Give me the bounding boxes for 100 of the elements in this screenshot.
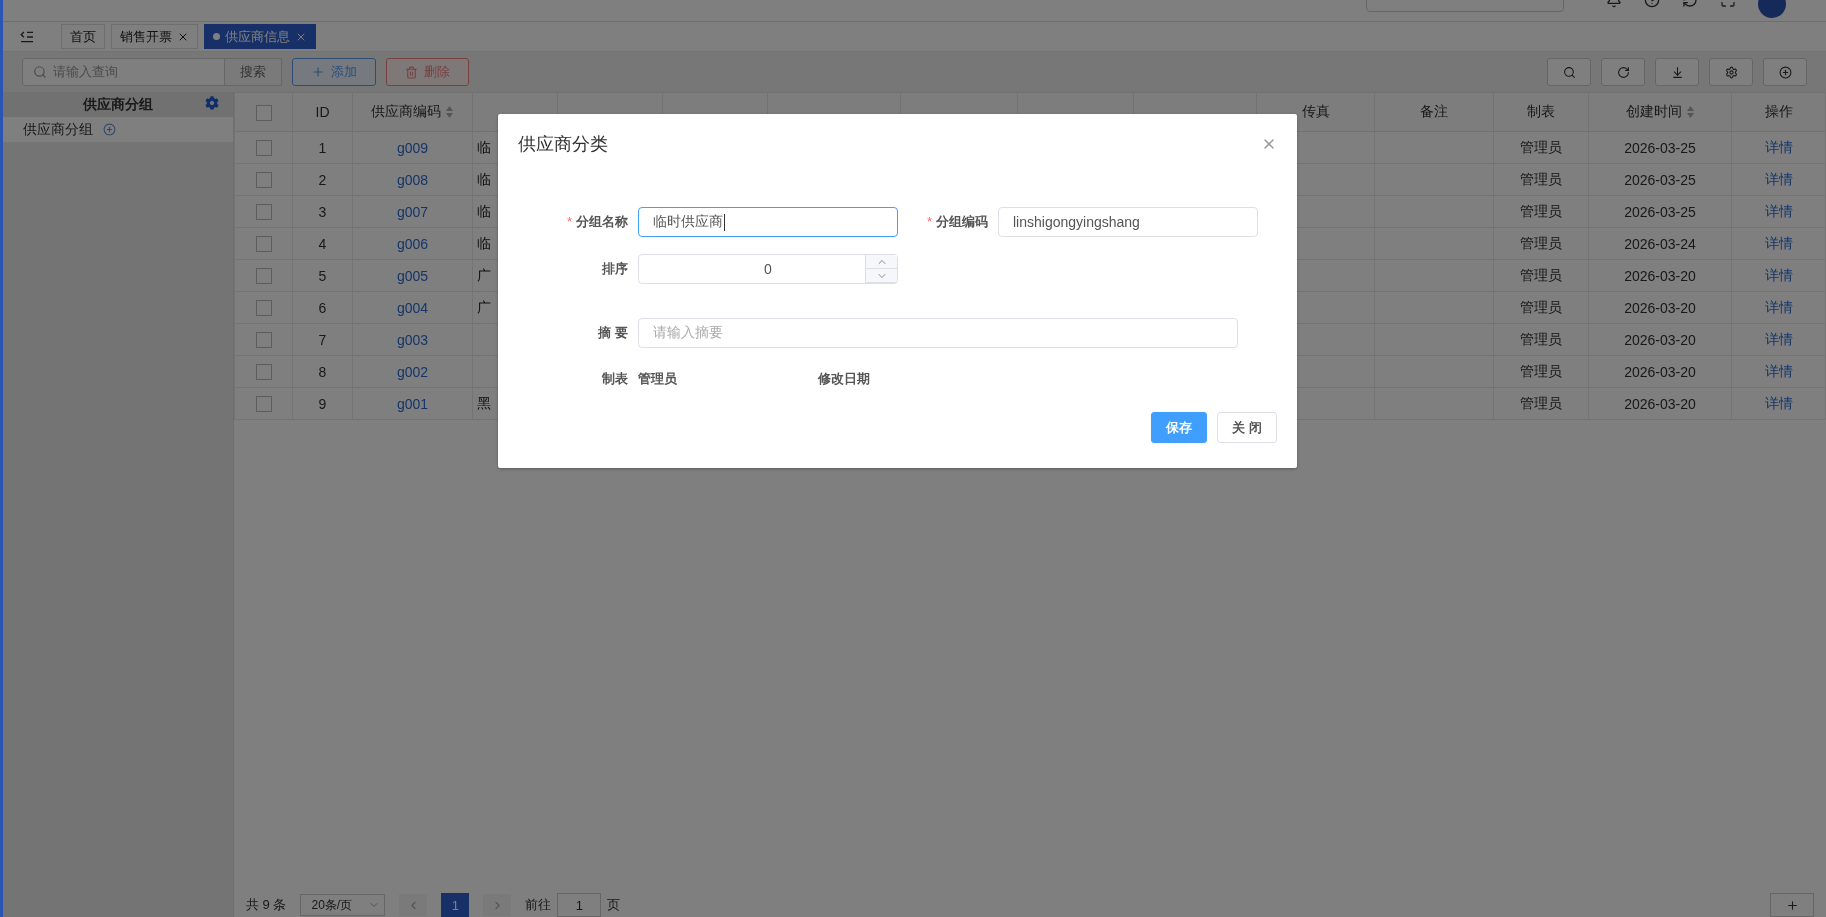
search-button[interactable]: 搜索 — [225, 58, 282, 86]
column-header: 制表 — [1527, 103, 1555, 121]
table-cell: 4 — [292, 227, 353, 260]
field-label: * 分组编码 — [925, 213, 988, 231]
table-cell: 管理员 — [1493, 323, 1589, 356]
field-label: * 分组名称 — [565, 213, 628, 231]
sidebar-item[interactable]: 供应商分组 — [3, 117, 233, 142]
table-cell: 广 — [477, 266, 491, 283]
settings-icon — [1724, 65, 1738, 79]
settings-button[interactable] — [1709, 58, 1753, 86]
code-link[interactable]: g004 — [396, 299, 429, 316]
page-input[interactable]: 1 — [557, 893, 602, 917]
download-button[interactable] — [1655, 58, 1699, 86]
tab[interactable]: 首页 — [61, 24, 105, 49]
input-field[interactable]: linshigongyingshang — [998, 207, 1258, 237]
plus-icon — [1785, 898, 1799, 912]
sort-icon[interactable] — [1685, 105, 1695, 119]
input-field[interactable]: 临时供应商 — [638, 207, 898, 237]
details-link[interactable]: 详情 — [1764, 138, 1793, 155]
checkbox[interactable] — [255, 364, 272, 381]
table-cell: 2026-03-24 — [1588, 227, 1732, 260]
checkbox[interactable] — [255, 396, 272, 413]
status-dot — [213, 33, 220, 40]
search-button[interactable] — [1547, 58, 1591, 86]
number-input[interactable]: 0 — [638, 254, 898, 284]
field-label: 排序 — [601, 260, 628, 278]
details-link[interactable]: 详情 — [1764, 362, 1793, 379]
table-cell: 广 — [477, 298, 491, 315]
table-cell: 管理员 — [1493, 195, 1589, 228]
details-link[interactable]: 详情 — [1764, 298, 1793, 315]
settings-icon[interactable] — [205, 96, 219, 110]
details-link[interactable]: 详情 — [1764, 202, 1793, 219]
code-link[interactable]: g002 — [396, 363, 429, 380]
add-circle-button[interactable] — [1763, 58, 1807, 86]
table-cell: 临 — [477, 202, 491, 219]
download-icon — [1670, 65, 1684, 79]
table-cell: 2026-03-20 — [1588, 323, 1732, 356]
table-cell: 管理员 — [1493, 387, 1589, 420]
sort-icon[interactable] — [445, 105, 454, 119]
page-size-select[interactable]: 20条/页 — [300, 894, 386, 916]
table-cell: 管理员 — [1493, 291, 1589, 324]
table-cell: 2026-03-20 — [1588, 291, 1732, 324]
previous-page-button[interactable] — [399, 894, 428, 916]
code-link[interactable]: g001 — [396, 395, 429, 412]
checkbox[interactable] — [255, 140, 272, 157]
table-cell: 8 — [292, 355, 353, 388]
page-button[interactable]: 1 — [441, 893, 470, 917]
details-link[interactable]: 详情 — [1764, 170, 1793, 187]
table-cell: 2026-03-20 — [1588, 387, 1732, 420]
table-cell: 2026-03-25 — [1588, 163, 1732, 196]
table-cell: 临 — [477, 138, 491, 155]
save-button[interactable]: 保存 — [1151, 412, 1208, 443]
checkbox[interactable] — [255, 104, 272, 121]
next-page-button[interactable] — [483, 894, 512, 916]
checkbox[interactable] — [255, 300, 272, 317]
plus-icon — [311, 65, 325, 79]
info-value: 管理员 — [638, 370, 678, 388]
column-header: 创建时间 — [1625, 103, 1695, 121]
checkbox[interactable] — [255, 204, 272, 221]
checkbox[interactable] — [255, 268, 272, 285]
table-cell: 7 — [292, 323, 353, 356]
field-label: 摘 要 — [597, 324, 628, 342]
table-cell: 5 — [292, 259, 353, 292]
code-link[interactable]: g008 — [396, 171, 429, 188]
code-link[interactable]: g009 — [396, 139, 429, 156]
table-cell: 临 — [477, 234, 491, 251]
plus-circle-icon — [1778, 65, 1792, 79]
add-button[interactable]: 添加 — [292, 58, 376, 86]
close-button[interactable]: 关 闭 — [1217, 412, 1277, 443]
details-link[interactable]: 详情 — [1764, 394, 1793, 411]
details-link[interactable]: 详情 — [1764, 266, 1793, 283]
search-icon — [1562, 65, 1576, 79]
total-count: 共 9 条 — [246, 896, 287, 914]
checkbox[interactable] — [255, 332, 272, 349]
table-cell: 黑 — [477, 394, 491, 411]
column-header: ID — [315, 104, 330, 120]
add-button[interactable] — [1770, 893, 1814, 917]
checkbox[interactable] — [255, 172, 272, 189]
table-cell: 管理员 — [1493, 163, 1589, 196]
details-link[interactable]: 详情 — [1764, 234, 1793, 251]
tab[interactable]: 供应商信息 — [204, 24, 316, 49]
input-field[interactable]: 请输入摘要 — [638, 318, 1238, 348]
info-label: 制表 — [601, 370, 628, 388]
details-link[interactable]: 详情 — [1764, 330, 1793, 347]
add-icon[interactable] — [103, 123, 116, 136]
code-link[interactable]: g003 — [396, 331, 429, 348]
dialog-title: 供应商分类 — [518, 133, 608, 156]
trash-icon — [405, 65, 418, 79]
code-link[interactable]: g006 — [396, 235, 429, 252]
code-link[interactable]: g005 — [396, 267, 429, 284]
checkbox[interactable] — [255, 236, 272, 253]
tab[interactable]: 销售开票 — [111, 24, 198, 49]
column-header: 操作 — [1764, 103, 1793, 121]
table-cell: 2026-03-25 — [1588, 195, 1732, 228]
column-header: 传真 — [1301, 103, 1330, 121]
refresh-button[interactable] — [1601, 58, 1645, 86]
code-link[interactable]: g007 — [396, 203, 429, 220]
table-cell: 1 — [292, 131, 353, 164]
table-cell: 2 — [292, 163, 353, 196]
table-cell: 管理员 — [1493, 131, 1589, 164]
